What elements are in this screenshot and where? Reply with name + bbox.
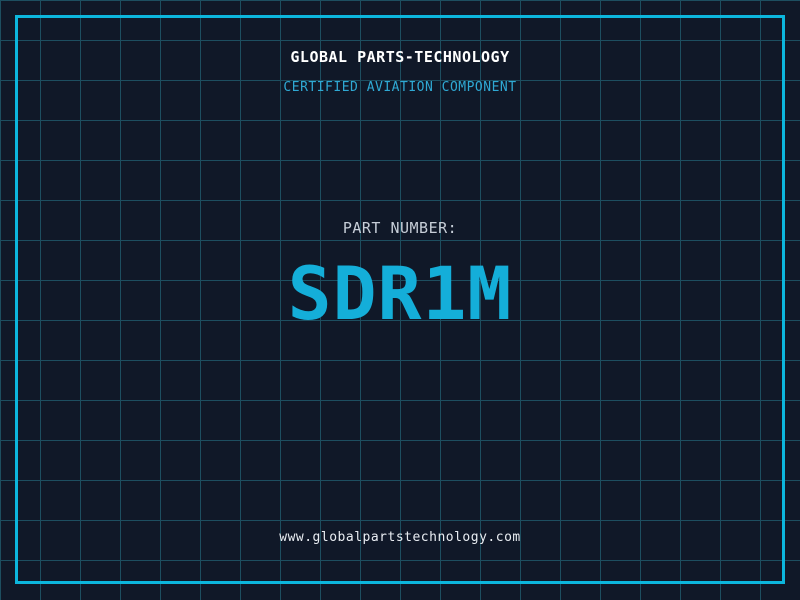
certification-label: CERTIFIED AVIATION COMPONENT: [283, 80, 517, 95]
website-url: www.globalpartstechnology.com: [279, 530, 521, 545]
part-number-label: PART NUMBER:: [342, 219, 458, 237]
part-number-value: SDR1M: [287, 252, 513, 337]
company-name: GLOBAL PARTS-TECHNOLOGY: [290, 48, 510, 66]
